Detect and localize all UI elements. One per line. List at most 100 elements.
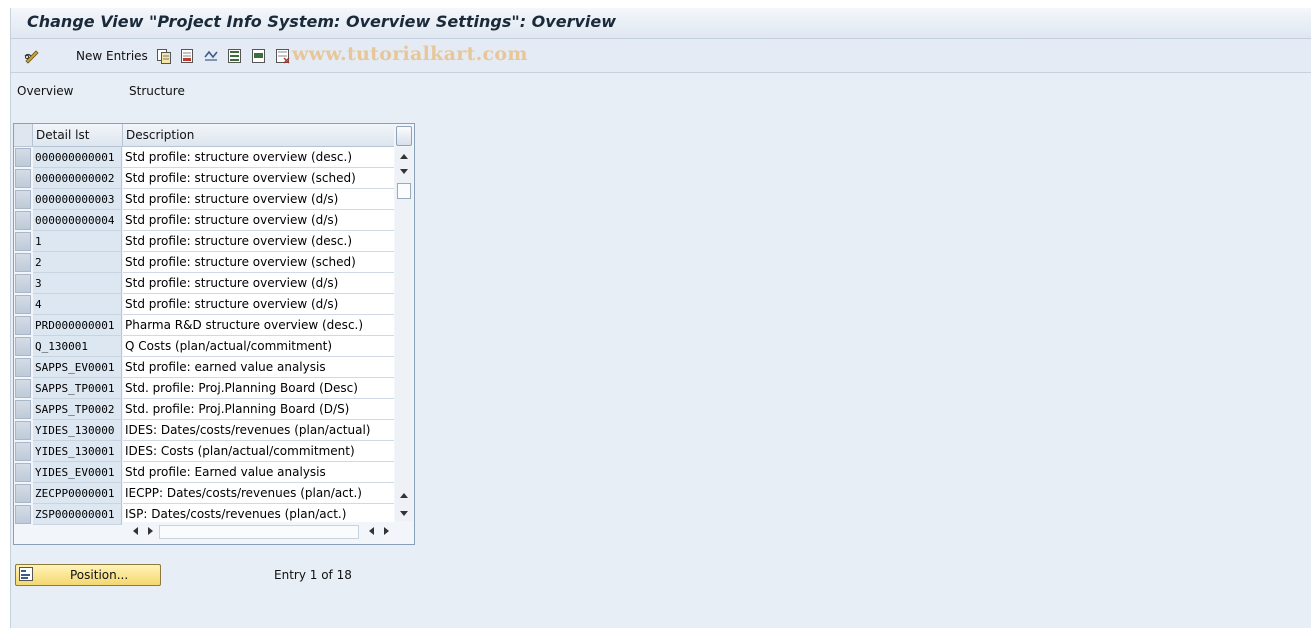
cell-detail-list[interactable]: 000000000002 [33, 168, 122, 189]
scroll-up-icon[interactable] [398, 152, 410, 160]
table-row[interactable]: 000000000001 Std profile: structure overv… [14, 147, 394, 168]
cell-detail-list[interactable]: 000000000001 [33, 147, 122, 168]
row-selector[interactable] [15, 505, 31, 524]
cell-description[interactable]: Std profile: structure overview (d/s) [123, 189, 394, 210]
table-row[interactable]: SAPPS_EV0001 Std profile: earned value an… [14, 357, 394, 378]
table-row[interactable]: 000000000003 Std profile: structure overv… [14, 189, 394, 210]
new-entries-button[interactable]: New Entries [76, 49, 148, 63]
cell-description[interactable]: Std profile: earned value analysis [123, 357, 394, 378]
vertical-scrollbar[interactable] [395, 147, 413, 521]
cell-detail-list[interactable]: 000000000003 [33, 189, 122, 210]
table-row[interactable]: 2 Std profile: structure overview (sched) [14, 252, 394, 273]
row-selector[interactable] [15, 442, 31, 461]
undo-icon[interactable] [203, 48, 219, 64]
watermark-text: www.tutorialkart.com [292, 43, 528, 65]
table-row[interactable]: 1 Std profile: structure overview (desc.) [14, 231, 394, 252]
cell-description[interactable]: Std. profile: Proj.Planning Board (D/S) [123, 399, 394, 420]
edit-toggle-icon[interactable] [24, 48, 40, 64]
scroll-right-icon[interactable] [147, 526, 155, 536]
row-selector[interactable] [15, 421, 31, 440]
cell-description[interactable]: IDES: Dates/costs/revenues (plan/actual) [123, 420, 394, 441]
cell-detail-list[interactable]: SAPPS_TP0001 [33, 378, 122, 399]
cell-description[interactable]: Std profile: structure overview (sched) [123, 252, 394, 273]
tab-structure[interactable]: Structure [129, 84, 185, 98]
select-all-rows-button[interactable] [14, 124, 33, 146]
table-row[interactable]: YIDES_EV0001 Std profile: Earned value an… [14, 462, 394, 483]
scroll-thumb[interactable] [397, 183, 411, 199]
cell-detail-list[interactable]: YIDES_130000 [33, 420, 122, 441]
row-selector[interactable] [15, 484, 31, 503]
table-row[interactable]: PRD000000001 Pharma R&D structure overvie… [14, 315, 394, 336]
cell-detail-list[interactable]: YIDES_130001 [33, 441, 122, 462]
scroll-page-up-icon[interactable] [398, 491, 410, 499]
scroll-left-end-icon[interactable] [367, 526, 375, 536]
scroll-page-down-icon[interactable] [398, 510, 410, 518]
cell-detail-list[interactable]: Q_130001 [33, 336, 122, 357]
table-row[interactable]: 3 Std profile: structure overview (d/s) [14, 273, 394, 294]
table-settings-button[interactable] [396, 126, 412, 146]
cell-detail-list[interactable]: 000000000004 [33, 210, 122, 231]
row-selector[interactable] [15, 211, 31, 230]
table-row[interactable]: ZECPP0000001 IECPP: Dates/costs/revenues … [14, 483, 394, 504]
table-row[interactable]: YIDES_130000 IDES: Dates/costs/revenues (… [14, 420, 394, 441]
delete-icon[interactable] [179, 48, 195, 64]
cell-detail-list[interactable]: ZECPP0000001 [33, 483, 122, 504]
cell-description[interactable]: Std profile: structure overview (d/s) [123, 273, 394, 294]
scroll-right-end-icon[interactable] [383, 526, 391, 536]
column-header-detail-list[interactable]: Detail lst [33, 124, 123, 146]
cell-detail-list[interactable]: YIDES_EV0001 [33, 462, 122, 483]
cell-description[interactable]: Std. profile: Proj.Planning Board (Desc) [123, 378, 394, 399]
sap-window: Change View "Project Info System: Overvi… [10, 8, 1311, 628]
row-selector[interactable] [15, 274, 31, 293]
copy-icon[interactable] [156, 48, 172, 64]
row-selector[interactable] [15, 379, 31, 398]
row-selector[interactable] [15, 232, 31, 251]
row-selector[interactable] [15, 253, 31, 272]
row-selector[interactable] [15, 169, 31, 188]
cell-description[interactable]: Std profile: structure overview (desc.) [123, 231, 394, 252]
detail-list-table: Detail lst Description 000000000001 Std p… [13, 123, 415, 545]
cell-detail-list[interactable]: SAPPS_EV0001 [33, 357, 122, 378]
row-selector[interactable] [15, 400, 31, 419]
tab-overview[interactable]: Overview [17, 84, 74, 98]
row-selector[interactable] [15, 358, 31, 377]
table-row[interactable]: 000000000004 Std profile: structure overv… [14, 210, 394, 231]
cell-description[interactable]: Std profile: structure overview (d/s) [123, 210, 394, 231]
cell-description[interactable]: IDES: Costs (plan/actual/commitment) [123, 441, 394, 462]
cell-detail-list[interactable]: 2 [33, 252, 122, 273]
select-all-icon[interactable] [227, 48, 243, 64]
cell-description[interactable]: Q Costs (plan/actual/commitment) [123, 336, 394, 357]
select-block-icon[interactable] [251, 48, 267, 64]
cell-description[interactable]: Std profile: Earned value analysis [123, 462, 394, 483]
row-selector[interactable] [15, 316, 31, 335]
cell-description[interactable]: IECPP: Dates/costs/revenues (plan/act.) [123, 483, 394, 504]
table-row[interactable]: 000000000002 Std profile: structure overv… [14, 168, 394, 189]
entry-counter: Entry 1 of 18 [274, 568, 352, 582]
row-selector[interactable] [15, 190, 31, 209]
position-button[interactable]: Position... [15, 564, 161, 586]
table-row[interactable]: Q_130001 Q Costs (plan/actual/commitment) [14, 336, 394, 357]
row-selector[interactable] [15, 148, 31, 167]
horizontal-scroll-track[interactable] [159, 525, 359, 539]
row-selector[interactable] [15, 463, 31, 482]
scroll-down-icon[interactable] [398, 168, 410, 176]
cell-description[interactable]: Std profile: structure overview (desc.) [123, 147, 394, 168]
column-header-description[interactable]: Description [123, 124, 393, 146]
table-row[interactable]: 4 Std profile: structure overview (d/s) [14, 294, 394, 315]
scroll-left-icon[interactable] [131, 526, 139, 536]
cell-description[interactable]: Pharma R&D structure overview (desc.) [123, 315, 394, 336]
cell-detail-list[interactable]: ZSP000000001 [33, 504, 122, 525]
row-selector[interactable] [15, 295, 31, 314]
cell-detail-list[interactable]: PRD000000001 [33, 315, 122, 336]
cell-detail-list[interactable]: 1 [33, 231, 122, 252]
cell-detail-list[interactable]: 4 [33, 294, 122, 315]
row-selector[interactable] [15, 337, 31, 356]
cell-description[interactable]: Std profile: structure overview (d/s) [123, 294, 394, 315]
table-row[interactable]: SAPPS_TP0002 Std. profile: Proj.Planning … [14, 399, 394, 420]
cell-detail-list[interactable]: 3 [33, 273, 122, 294]
cell-detail-list[interactable]: SAPPS_TP0002 [33, 399, 122, 420]
deselect-icon[interactable] [275, 48, 291, 64]
table-row[interactable]: SAPPS_TP0001 Std. profile: Proj.Planning … [14, 378, 394, 399]
table-row[interactable]: YIDES_130001 IDES: Costs (plan/actual/com… [14, 441, 394, 462]
cell-description[interactable]: Std profile: structure overview (sched) [123, 168, 394, 189]
